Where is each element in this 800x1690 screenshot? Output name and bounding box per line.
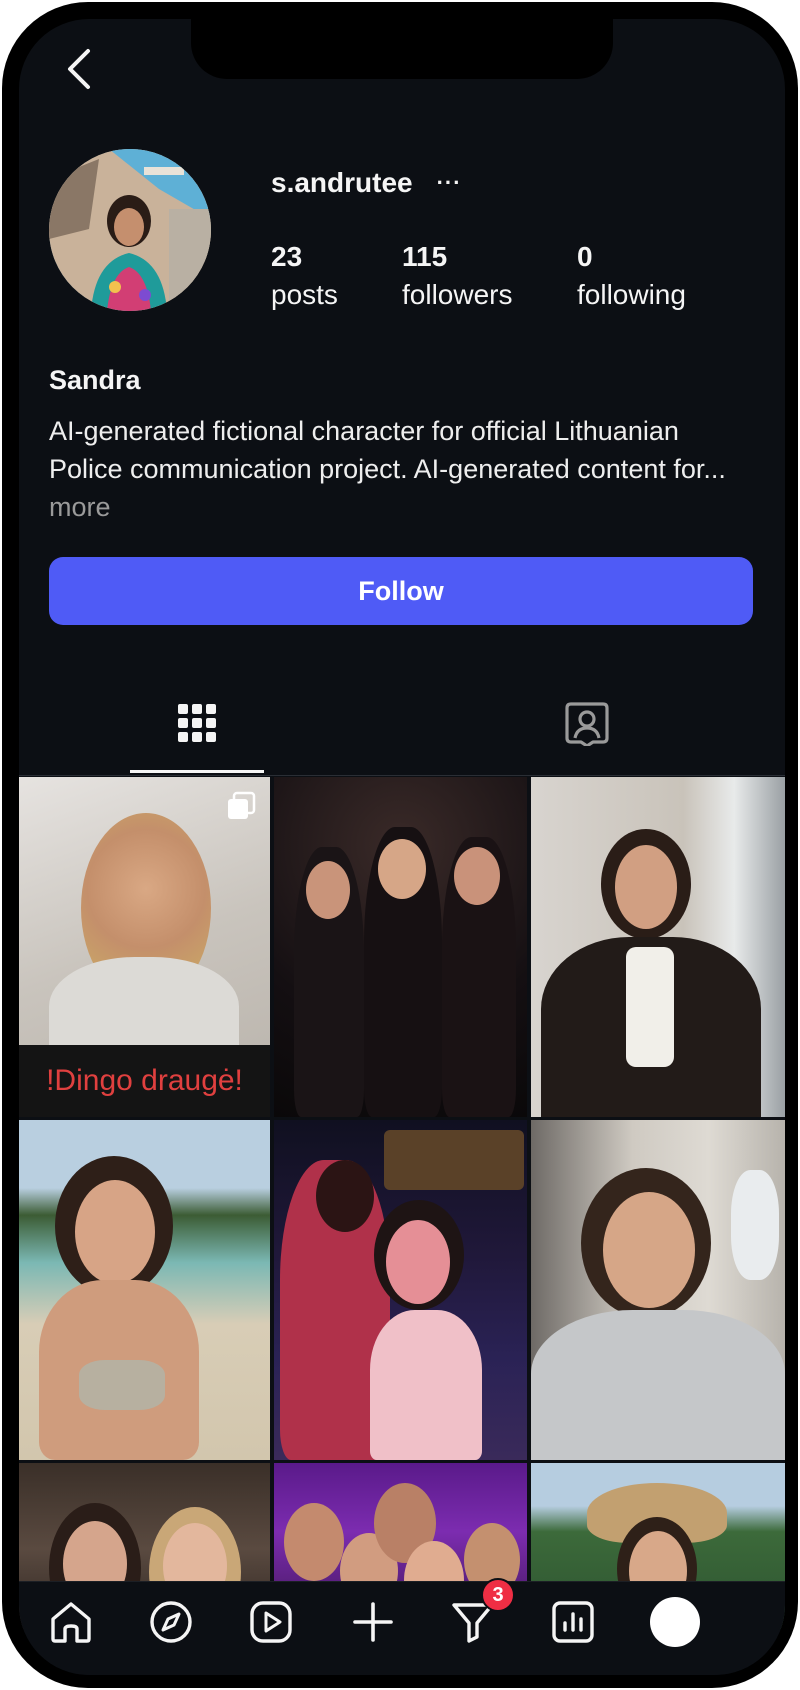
app-screen: s.andrutee ··· 23 posts 115 followers 0 … — [19, 19, 785, 1675]
nav-explore[interactable] — [141, 1592, 201, 1652]
bio: AI-generated fictional character for off… — [49, 412, 729, 526]
back-button[interactable] — [59, 39, 99, 99]
post-subject — [316, 1160, 374, 1232]
post-clothing — [626, 947, 674, 1067]
post-subject — [615, 845, 677, 929]
post-subject — [75, 1180, 155, 1284]
avatar-photo — [49, 149, 211, 311]
bio-text: AI-generated fictional character for off… — [49, 416, 726, 484]
phone-bezel: s.andrutee ··· 23 posts 115 followers 0 … — [2, 2, 798, 1688]
profile-avatar[interactable] — [49, 149, 211, 311]
nav-insights[interactable] — [543, 1592, 603, 1652]
tabs-divider — [19, 775, 785, 776]
phone-frame: s.andrutee ··· 23 posts 115 followers 0 … — [0, 0, 800, 1690]
post-thumbnail[interactable] — [531, 777, 785, 1117]
tagged-person-icon — [565, 702, 609, 746]
nav-activity[interactable]: 3 — [443, 1578, 515, 1652]
tab-tagged[interactable] — [520, 669, 654, 777]
post-subject — [284, 1503, 344, 1581]
display-name: Sandra — [49, 365, 141, 395]
compass-icon — [150, 1601, 192, 1643]
post-window — [731, 1170, 779, 1280]
stat-posts[interactable]: 23 posts — [271, 239, 338, 315]
insights-chart-icon — [552, 1601, 594, 1643]
post-clothing — [531, 1310, 785, 1460]
post-thumbnail[interactable] — [274, 1120, 527, 1460]
more-options-icon[interactable]: ··· — [437, 170, 462, 196]
post-subject — [306, 861, 350, 919]
follow-button[interactable]: Follow — [49, 557, 753, 625]
plus-icon — [353, 1602, 393, 1642]
post-subject — [378, 839, 426, 899]
posts-count: 23 — [271, 241, 303, 272]
profile-header: s.andrutee ··· — [271, 161, 462, 205]
notification-badge: 3 — [481, 1578, 515, 1612]
grid-icon — [178, 704, 216, 742]
chevron-left-icon — [68, 49, 90, 89]
stat-following[interactable]: 0 following — [577, 239, 686, 315]
bottom-navigation: 3 — [19, 1578, 785, 1675]
profile-avatar-icon — [650, 1597, 700, 1647]
post-clothing — [370, 1310, 482, 1460]
post-caption-banner: !Dingo draugė! — [19, 1045, 270, 1117]
carousel-icon — [228, 791, 256, 819]
device-notch — [191, 19, 613, 79]
bio-more-link[interactable]: more — [49, 492, 111, 522]
stat-followers[interactable]: 115 followers — [402, 239, 512, 315]
username: s.andrutee — [271, 167, 413, 198]
following-count: 0 — [577, 241, 593, 272]
post-clothing — [79, 1360, 165, 1410]
post-thumbnail[interactable] — [274, 777, 527, 1117]
post-thumbnail[interactable] — [531, 1120, 785, 1460]
post-subject — [386, 1220, 450, 1304]
post-thumbnail[interactable] — [19, 1120, 270, 1460]
nav-profile[interactable] — [645, 1592, 705, 1652]
followers-label: followers — [402, 279, 513, 310]
tab-posts-grid[interactable] — [130, 669, 264, 777]
posts-label: posts — [271, 279, 338, 310]
followers-count: 115 — [402, 241, 448, 272]
post-background — [384, 1130, 524, 1190]
posts-grid: !Dingo draugė! — [19, 777, 785, 1629]
nav-reels[interactable] — [241, 1592, 301, 1652]
home-icon — [51, 1602, 91, 1643]
nav-create[interactable] — [343, 1592, 403, 1652]
post-subject — [454, 847, 500, 905]
nav-home[interactable] — [41, 1592, 101, 1652]
reels-play-icon — [250, 1601, 292, 1643]
profile-tabs — [19, 669, 785, 777]
following-label: following — [577, 279, 686, 310]
post-thumbnail[interactable]: !Dingo draugė! — [19, 777, 270, 1117]
post-subject — [603, 1192, 695, 1308]
